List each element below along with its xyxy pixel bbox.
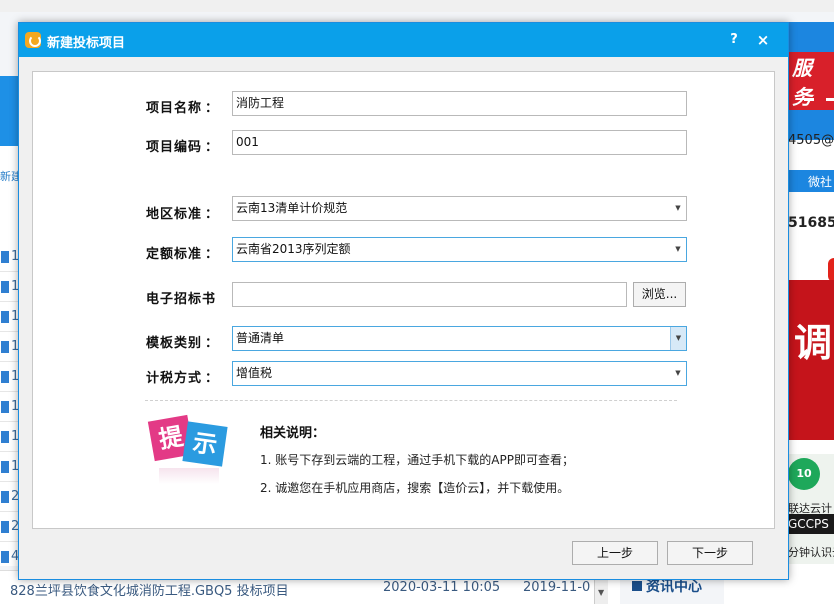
tip-icon: 提 示 — [145, 408, 235, 498]
new-bid-project-dialog: 新建投标项目 ? × 项目名称 ： 消防工程 项目编码 ： 001 地区标准 ：… — [18, 22, 789, 580]
chevron-down-icon[interactable]: ▼ — [670, 238, 686, 261]
file-icon — [1, 551, 9, 563]
file-icon — [1, 491, 9, 503]
project-code-label: 项目编码 — [146, 140, 203, 155]
tip-line-2: 2. 诚邀您在手机应用商店，搜索【造价云】，并下载使用。 — [260, 481, 570, 495]
colon: ： — [205, 371, 219, 386]
colon: ： — [205, 292, 219, 307]
browse-button[interactable]: 浏览... — [633, 282, 686, 307]
file-icon — [1, 341, 9, 353]
template-type-label: 模板类别 — [146, 336, 203, 351]
tip-line-1: 1. 账号下存到云端的工程，通过手机下载的APP即可查看； — [260, 453, 574, 467]
quota-standard-value: 云南省2013序列定额 — [236, 242, 351, 256]
promo-banner-text: 调 — [794, 321, 833, 365]
quota-standard-label: 定额标准 — [146, 247, 203, 262]
colon: ： — [205, 101, 219, 116]
news-icon — [632, 581, 642, 591]
service-banner-text: 服务 — [788, 52, 834, 110]
minimize-dash — [826, 98, 834, 101]
promo-banner[interactable]: 调 — [784, 280, 834, 440]
created-date: 2019-11-0 — [523, 580, 591, 595]
tax-method-value: 增值税 — [236, 366, 273, 380]
dialog-titlebar[interactable]: 新建投标项目 ? × — [19, 23, 788, 57]
modified-date: 2020-03-11 10:05 — [383, 580, 501, 595]
file-icon — [1, 311, 9, 323]
close-icon[interactable]: × — [753, 30, 773, 50]
form-panel: 项目名称 ： 消防工程 项目编码 ： 001 地区标准 ： 云南13清单计价规范… — [32, 71, 775, 529]
account-email: 4505@ — [788, 133, 834, 148]
region-standard-select[interactable]: 云南13清单计价规范 ▼ — [232, 196, 687, 221]
hotline-number: 51685 — [788, 215, 834, 231]
tender-file-input[interactable] — [232, 282, 627, 307]
file-icon — [1, 371, 9, 383]
project-name-input[interactable]: 消防工程 — [232, 91, 687, 116]
minimize-dash — [804, 98, 814, 101]
chevron-down-icon[interactable]: ▼ — [670, 197, 686, 220]
cloud-promo-text-2[interactable]: 分钟认识云 — [788, 544, 834, 560]
colon: ： — [205, 336, 219, 351]
dialog-title: 新建投标项目 — [47, 36, 126, 51]
tab-wechat[interactable]: 微社 — [808, 173, 832, 190]
divider — [145, 400, 677, 401]
news-center-heading: 资讯中心 — [632, 576, 832, 604]
gccps-label: GCCPS — [784, 514, 834, 534]
chevron-down-icon[interactable]: ▼ — [670, 362, 686, 385]
template-type-value: 普通清单 — [236, 331, 285, 345]
app-logo-icon — [25, 32, 41, 48]
project-code-input[interactable]: 001 — [232, 130, 687, 155]
template-type-select[interactable]: 普通清单 ▼ — [232, 326, 687, 351]
project-name-label: 项目名称 — [146, 101, 203, 116]
red-badge — [828, 258, 834, 282]
project-file-name: 828兰坪县饮食文化城消防工程.GBQ5 投标项目 — [10, 584, 289, 599]
colon: ： — [205, 140, 219, 155]
file-icon — [1, 461, 9, 473]
file-icon — [1, 281, 9, 293]
help-icon[interactable]: ? — [724, 30, 744, 50]
background-topband — [0, 0, 834, 12]
tax-method-label: 计税方式 — [146, 371, 203, 386]
tip-title: 相关说明： — [260, 426, 326, 441]
scroll-down-arrow-icon[interactable]: ▼ — [598, 588, 604, 597]
colon: ： — [205, 247, 219, 262]
file-icon — [1, 401, 9, 413]
region-standard-value: 云南13清单计价规范 — [236, 201, 348, 215]
prev-step-button[interactable]: 上一步 — [572, 541, 658, 565]
next-step-button[interactable]: 下一步 — [667, 541, 753, 565]
file-icon — [1, 431, 9, 443]
chevron-down-icon[interactable]: ▼ — [670, 327, 686, 350]
tax-method-select[interactable]: 增值税 ▼ — [232, 361, 687, 386]
file-icon — [1, 521, 9, 533]
file-icon — [1, 251, 9, 263]
colon: ： — [205, 207, 219, 222]
quota-standard-select[interactable]: 云南省2013序列定额 ▼ — [232, 237, 687, 262]
cloud-badge: 10 — [788, 458, 820, 490]
region-standard-label: 地区标准 — [146, 207, 203, 222]
